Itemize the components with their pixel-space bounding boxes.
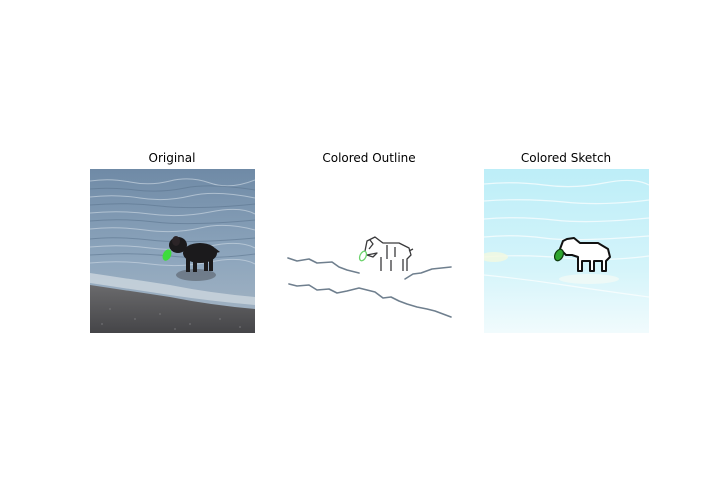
original-photo — [90, 169, 255, 333]
outline-drawing — [287, 169, 452, 333]
colored-sketch-image — [484, 169, 649, 333]
figure-canvas: { "panels": [ {"title": "Original"}, {"t… — [0, 0, 720, 504]
original-photo-image — [90, 169, 255, 333]
sketch-drawing — [484, 169, 649, 333]
colored-outline-image — [287, 169, 452, 333]
panel-title-original: Original — [148, 151, 196, 165]
panel-title-colored-outline: Colored Outline — [322, 151, 416, 165]
panel-title-colored-sketch: Colored Sketch — [520, 151, 612, 165]
